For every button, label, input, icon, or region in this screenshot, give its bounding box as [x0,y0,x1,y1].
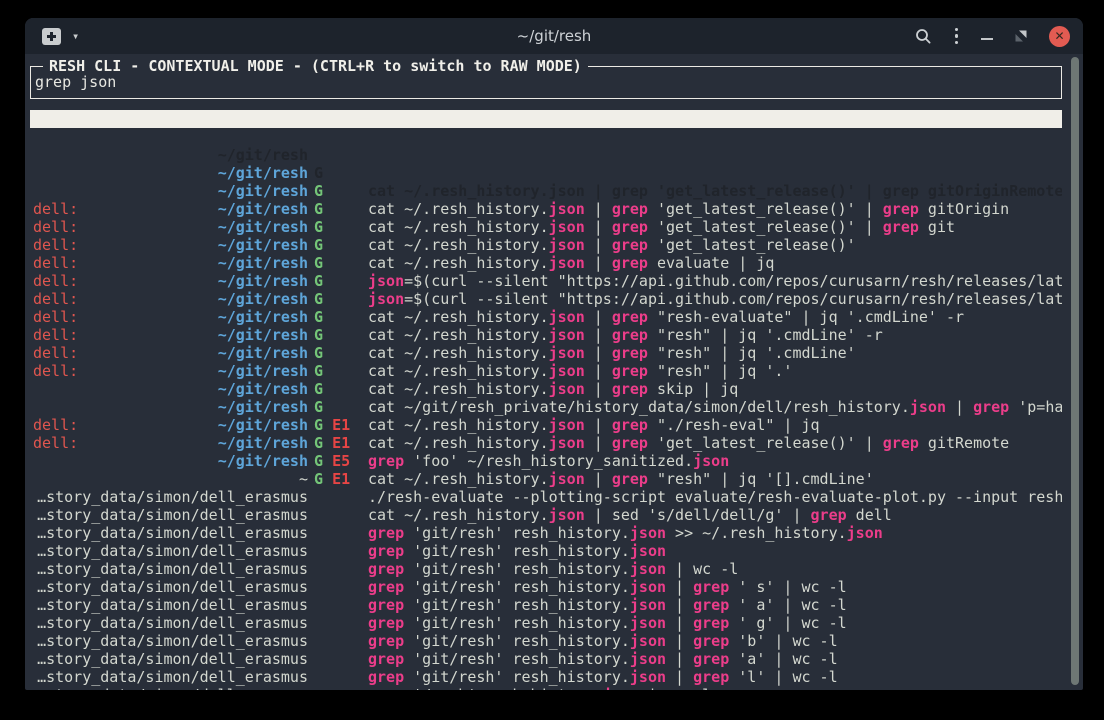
tab-chooser-button[interactable]: ▾ [72,30,79,42]
history-row[interactable]: dell: ~/git/resh G cat ~/.resh_history.j… [30,272,1062,290]
scrollbar[interactable] [1071,57,1079,685]
terminal-content: RESH CLI - CONTEXTUAL MODE - (CTRL+R to … [25,54,1083,690]
titlebar[interactable]: ~/git/resh ▾ [25,18,1083,54]
history-row[interactable]: ~/git/resh G E1 grep 'foo' ~/resh_histor… [30,380,1062,398]
history-row[interactable]: ~/git/resh G cat ~/.resh_history.json | … [30,110,1062,128]
history-row[interactable]: ~/git/resh G cat ~/.resh_history.json | … [30,146,1062,164]
restore-icon [1014,29,1028,43]
resh-header: RESH CLI - CONTEXTUAL MODE - (CTRL+R to … [30,66,1062,99]
restore-button[interactable] [1014,29,1028,43]
new-tab-button[interactable] [42,28,61,45]
history-row[interactable]: …story_data/simon/dell_erasmus grep 'git… [30,470,1062,488]
history-row[interactable]: ~/git/resh G E1 cat ~/.resh_history.json… [30,362,1062,380]
history-list: ~/git/resh G cat ~/.resh_history.json | … [30,110,1062,686]
history-row[interactable]: dell: ~/git/resh G E5 cat ~/.resh_histor… [30,398,1062,416]
minimize-icon [981,38,993,40]
resh-header-title: RESH CLI - CONTEXTUAL MODE - (CTRL+R to … [43,57,588,75]
history-row[interactable]: ~/git/resh G cat ~/.resh_history.json | … [30,164,1062,182]
chevron-down-icon: ▾ [72,30,79,42]
history-row[interactable]: …story_data/simon/dell_erasmus grep 'res… [30,632,1062,650]
history-row[interactable]: dell: ~/git/resh G cat ~/.resh_history.j… [30,182,1062,200]
history-row[interactable]: …story_data/simon/dell_erasmus grep 'res… [30,668,1062,686]
history-row[interactable]: dell: ~/git/resh G cat ~/.resh_history.j… [30,236,1062,254]
history-row[interactable]: …story_data/simon/dell_erasmus grep 'git… [30,506,1062,524]
history-row[interactable]: …story_data/simon/dell_erasmus grep 'res… [30,650,1062,668]
history-row[interactable]: …story_data/simon/dell_erasmus grep 'git… [30,524,1062,542]
search-icon [915,28,932,45]
kebab-icon [955,28,959,32]
history-row[interactable]: …story_data/simon/dell_erasmus grep '/re… [30,614,1062,632]
minimize-button[interactable] [981,32,993,40]
history-row[interactable]: dell: ~/git/resh G json=$(curl --silent … [30,200,1062,218]
history-row[interactable]: dell: ~/git/resh G json=$(curl --silent … [30,218,1062,236]
history-row[interactable]: dell: ~/git/resh G E1 ./resh-evaluate --… [30,416,1062,434]
history-row[interactable]: ~/git/resh G cat ~/.resh_history.json | … [30,128,1062,146]
history-row[interactable]: …story_data/simon/dell_erasmus grep 'git… [30,542,1062,560]
history-row[interactable]: dell: ~/git/resh G cat ~/.resh_history.j… [30,290,1062,308]
history-row[interactable]: dell: ~/git/resh G cat ~/.resh_history.j… [30,344,1062,362]
close-button[interactable]: ✕ [1049,26,1070,47]
history-row[interactable]: …story_data/simon/dell_erasmus grep 'git… [30,596,1062,614]
path-cell: …story_data/simon/dell_erasmus [33,686,308,690]
new-tab-icon [42,28,61,45]
history-row[interactable]: …story_data/simon/dell_erasmus grep 'git… [30,578,1062,596]
history-row[interactable]: dell: ~/git/resh G cat ~/git/resh_privat… [30,326,1062,344]
history-row[interactable]: …story_data/simon/dell_erasmus grep 'git… [30,488,1062,506]
menu-button[interactable] [953,26,961,47]
history-row[interactable]: dell: ~/git/resh G cat ~/.resh_history.j… [30,254,1062,272]
history-row[interactable]: dell: ~/git/resh G cat ~/.resh_history.j… [30,308,1062,326]
close-icon: ✕ [1054,30,1064,42]
search-button[interactable] [915,28,932,45]
history-row[interactable]: …story_data/simon/dell_erasmus grep 'git… [30,452,1062,470]
history-row[interactable]: ~ cat ~/.resh_history.json | sed 's/dell… [30,434,1062,452]
terminal-window: ~/git/resh ▾ [25,18,1083,690]
command-cell: grep '/resh' resh_history.json | wc -l [368,686,1062,690]
history-row[interactable]: …story_data/simon/dell_erasmus grep 'git… [30,560,1062,578]
